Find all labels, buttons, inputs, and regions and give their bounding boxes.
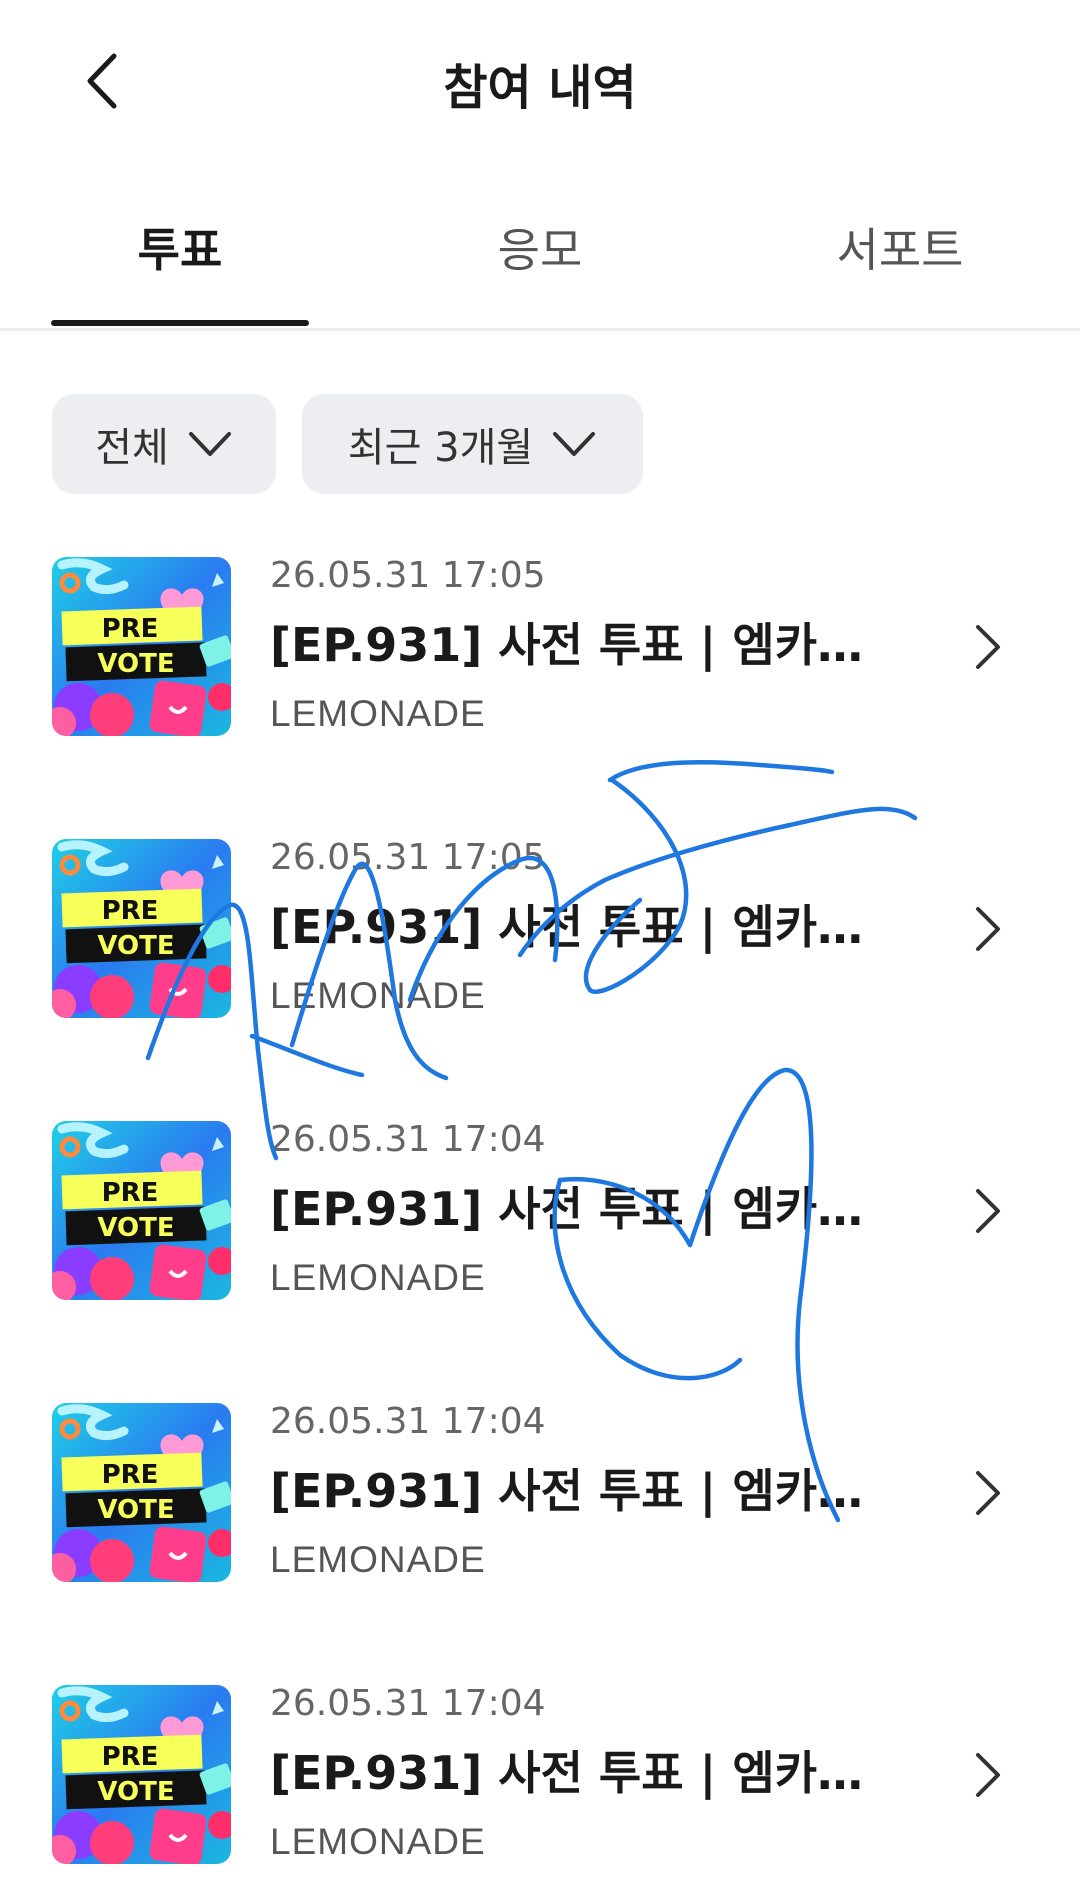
- pre-vote-thumbnail: PRE VOTE: [52, 839, 231, 1018]
- pre-vote-thumbnail: PRE VOTE: [52, 557, 231, 736]
- pre-vote-thumbnail: PRE VOTE: [52, 1121, 231, 1300]
- list-item[interactable]: PRE VOTE 26.05.31 17:05 [EP.931] 사전 투표 |…: [0, 555, 1080, 757]
- list-item[interactable]: PRE VOTE 26.05.31 17:04 [EP.931] 사전 투표 |…: [0, 1683, 1080, 1885]
- period-filter-label: 최근 3개월: [347, 425, 534, 471]
- chevron-right-icon: [976, 1753, 1000, 1797]
- thumb-line1: PRE: [102, 1178, 159, 1208]
- category-filter[interactable]: 전체: [52, 394, 276, 494]
- item-title: [EP.931] 사전 투표 | 엠카운...: [270, 618, 890, 672]
- item-date: 26.05.31 17:05: [270, 837, 546, 878]
- item-organization: LEMONADE: [270, 693, 486, 734]
- item-title: [EP.931] 사전 투표 | 엠카운...: [270, 1746, 890, 1800]
- chevron-right-icon: [976, 1471, 1000, 1515]
- active-tab-indicator: [51, 320, 309, 326]
- pre-vote-thumbnail: PRE VOTE: [52, 1685, 231, 1864]
- tab-entry[interactable]: 응모: [410, 214, 670, 280]
- chevron-right-icon: [976, 907, 1000, 951]
- thumb-line1: PRE: [102, 896, 159, 926]
- item-date: 26.05.31 17:04: [270, 1683, 546, 1724]
- item-date: 26.05.31 17:04: [270, 1119, 546, 1160]
- tab-support[interactable]: 서포트: [770, 214, 1030, 280]
- category-filter-label: 전체: [95, 425, 169, 471]
- pre-vote-thumbnail: PRE VOTE: [52, 1403, 231, 1582]
- item-title: [EP.931] 사전 투표 | 엠카운...: [270, 1464, 890, 1518]
- tab-bar: 투표 응모 서포트: [0, 190, 1080, 331]
- list-item[interactable]: PRE VOTE 26.05.31 17:04 [EP.931] 사전 투표 |…: [0, 1119, 1080, 1321]
- tab-vote[interactable]: 투표: [50, 214, 310, 280]
- thumb-line2: VOTE: [97, 931, 174, 961]
- thumb-line2: VOTE: [97, 1777, 174, 1807]
- thumb-line2: VOTE: [97, 649, 174, 679]
- item-date: 26.05.31 17:05: [270, 555, 546, 596]
- thumb-line2: VOTE: [97, 1495, 174, 1525]
- item-title: [EP.931] 사전 투표 | 엠카운...: [270, 900, 890, 954]
- item-organization: LEMONADE: [270, 975, 486, 1016]
- thumb-line2: VOTE: [97, 1213, 174, 1243]
- list-item[interactable]: PRE VOTE 26.05.31 17:05 [EP.931] 사전 투표 |…: [0, 837, 1080, 1039]
- period-filter[interactable]: 최근 3개월: [302, 394, 643, 494]
- item-organization: LEMONADE: [270, 1821, 486, 1862]
- thumb-line1: PRE: [102, 1742, 159, 1772]
- list-item[interactable]: PRE VOTE 26.05.31 17:04 [EP.931] 사전 투표 |…: [0, 1401, 1080, 1603]
- thumb-line1: PRE: [102, 614, 159, 644]
- chevron-down-icon: [553, 432, 596, 456]
- item-title: [EP.931] 사전 투표 | 엠카운...: [270, 1182, 890, 1236]
- chevron-right-icon: [976, 1189, 1000, 1233]
- item-organization: LEMONADE: [270, 1257, 486, 1298]
- header: 참여 내역: [0, 0, 1080, 150]
- chevron-down-icon: [188, 432, 231, 456]
- chevron-right-icon: [976, 625, 1000, 669]
- thumb-line1: PRE: [102, 1460, 159, 1490]
- page-title: 참여 내역: [443, 60, 637, 116]
- item-date: 26.05.31 17:04: [270, 1401, 546, 1442]
- item-organization: LEMONADE: [270, 1539, 486, 1580]
